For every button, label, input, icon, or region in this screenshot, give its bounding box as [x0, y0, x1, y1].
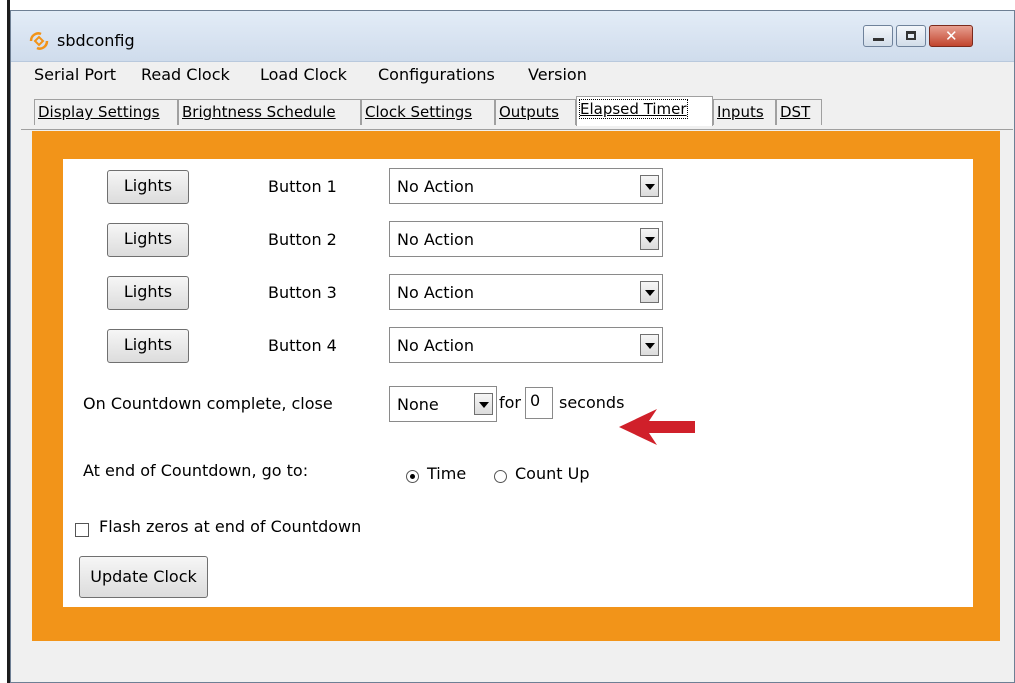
chevron-down-icon[interactable] — [640, 281, 659, 303]
menu-version[interactable]: Version — [528, 65, 587, 84]
sbdconfig-app-icon — [29, 32, 49, 50]
update-clock-button[interactable]: Update Clock — [79, 556, 208, 598]
tab-clock-settings[interactable]: Clock Settings — [361, 99, 495, 125]
radio-time[interactable] — [406, 470, 419, 483]
lights-button-4[interactable]: Lights — [107, 329, 189, 363]
window-title: sbdconfig — [57, 31, 135, 50]
lights-button-3[interactable]: Lights — [107, 276, 189, 310]
lights-button-2[interactable]: Lights — [107, 223, 189, 257]
seconds-label: seconds — [559, 393, 625, 412]
title-bar[interactable]: sbdconfig ✕ — [11, 11, 1014, 62]
menu-load-clock[interactable]: Load Clock — [260, 65, 347, 84]
chevron-down-icon[interactable] — [640, 334, 659, 356]
button-3-label: Button 3 — [268, 283, 337, 302]
tab-display-settings[interactable]: Display Settings — [34, 99, 178, 125]
tab-strip: Display Settings Brightness Schedule Clo… — [11, 89, 1014, 129]
button-3-action-select[interactable]: No Action — [389, 274, 663, 310]
menu-bar: Serial Port Read Clock Load Clock Config… — [11, 62, 1014, 88]
button-1-action-select[interactable]: No Action — [389, 168, 663, 204]
tab-dst[interactable]: DST — [776, 99, 822, 125]
countdown-close-select[interactable]: None — [389, 386, 497, 422]
maximize-icon — [906, 31, 916, 40]
button-4-action-select[interactable]: No Action — [389, 327, 663, 363]
radio-count-up-label[interactable]: Count Up — [515, 464, 589, 483]
tab-brightness-schedule[interactable]: Brightness Schedule — [178, 99, 361, 125]
minimize-icon — [873, 38, 884, 41]
close-icon: ✕ — [945, 27, 958, 45]
seconds-input[interactable]: 0 — [525, 387, 553, 419]
tab-divider — [21, 129, 1013, 130]
app-window: sbdconfig ✕ Serial Port Read Clock Load … — [10, 10, 1015, 683]
menu-read-clock[interactable]: Read Clock — [141, 65, 230, 84]
button-2-label: Button 2 — [268, 230, 337, 249]
countdown-close-label: On Countdown complete, close — [83, 394, 333, 413]
chevron-down-icon[interactable] — [474, 393, 493, 415]
menu-configurations[interactable]: Configurations — [378, 65, 495, 84]
tab-inputs[interactable]: Inputs — [713, 99, 776, 125]
button-4-label: Button 4 — [268, 336, 337, 355]
button-1-label: Button 1 — [268, 177, 337, 196]
close-button[interactable]: ✕ — [929, 25, 973, 47]
chevron-down-icon[interactable] — [640, 175, 659, 197]
elapsed-timer-panel: Lights Button 1 No Action Lights Button … — [63, 159, 973, 607]
button-2-action-select[interactable]: No Action — [389, 221, 663, 257]
red-arrow-icon — [619, 409, 695, 445]
chevron-down-icon[interactable] — [640, 228, 659, 250]
tab-outputs[interactable]: Outputs — [495, 99, 576, 125]
radio-count-up[interactable] — [494, 470, 507, 483]
flash-zeros-label[interactable]: Flash zeros at end of Countdown — [99, 517, 361, 536]
menu-serial-port[interactable]: Serial Port — [34, 65, 116, 84]
countdown-goto-label: At end of Countdown, go to: — [83, 461, 309, 480]
maximize-button[interactable] — [896, 25, 926, 47]
flash-zeros-checkbox[interactable] — [75, 523, 89, 537]
radio-time-label[interactable]: Time — [427, 464, 466, 483]
for-label: for — [499, 393, 521, 412]
tab-elapsed-timer[interactable]: Elapsed Timer — [576, 96, 713, 126]
lights-button-1[interactable]: Lights — [107, 170, 189, 204]
minimize-button[interactable] — [863, 25, 893, 47]
